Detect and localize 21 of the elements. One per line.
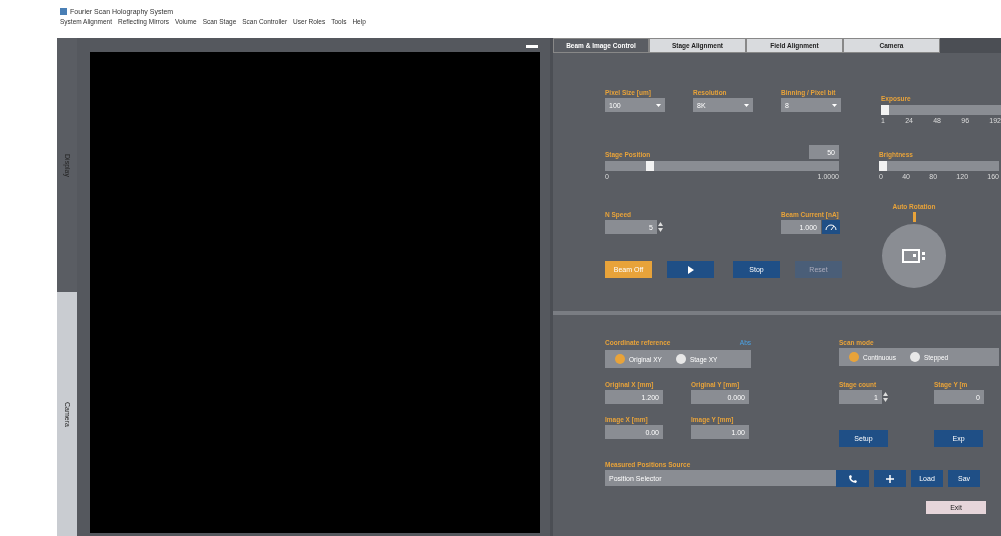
play-icon: [687, 265, 694, 274]
phone-icon: [847, 473, 858, 484]
dropdown-caret-icon: [744, 103, 749, 107]
slider-thumb[interactable]: [645, 161, 654, 171]
camera-icon: [902, 249, 926, 263]
plus-icon: [886, 474, 894, 483]
phone-button[interactable]: [836, 470, 869, 487]
app-icon: [60, 8, 67, 15]
spinner-arrows-icon[interactable]: [658, 221, 663, 233]
slider-thumb[interactable]: [881, 105, 889, 115]
add-button[interactable]: [874, 470, 906, 487]
play-button[interactable]: [667, 261, 714, 278]
slider-track[interactable]: [605, 161, 839, 171]
slider-thumb[interactable]: [879, 161, 887, 171]
slider-track[interactable]: [879, 161, 999, 171]
gauge-icon[interactable]: [822, 220, 840, 234]
spinner-arrows-icon[interactable]: [883, 391, 888, 403]
dropdown-caret-icon: [832, 103, 837, 107]
dial-indicator-icon: [912, 212, 916, 222]
dropdown-caret-icon: [656, 103, 661, 107]
slider-track[interactable]: [881, 105, 1001, 115]
